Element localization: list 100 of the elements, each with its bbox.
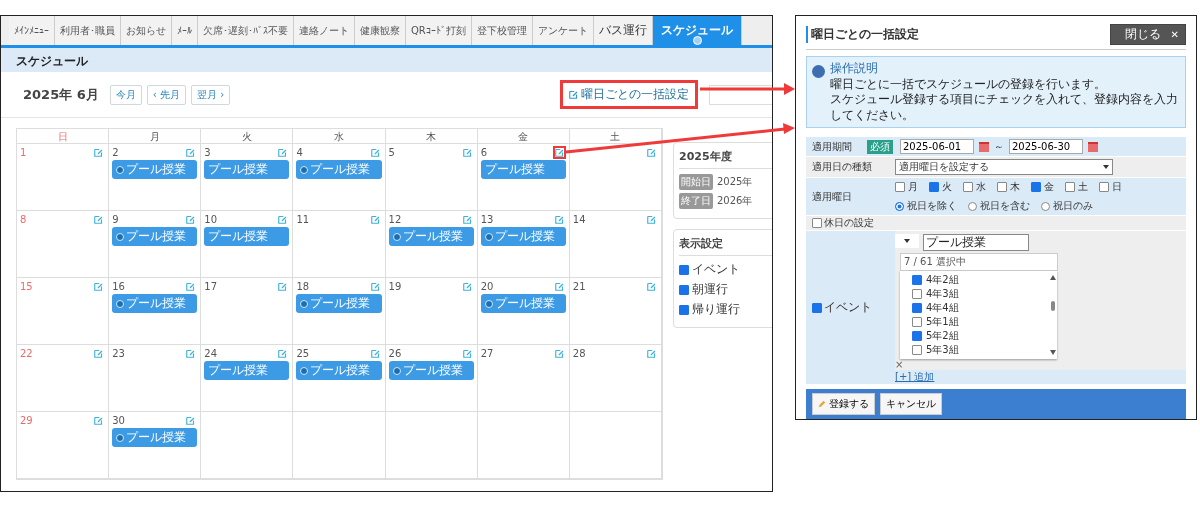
edit-icon[interactable] [368, 213, 382, 226]
radio-button[interactable] [1041, 201, 1050, 211]
edit-icon[interactable] [368, 347, 382, 360]
edit-icon[interactable] [552, 146, 566, 159]
edit-icon[interactable] [460, 146, 474, 159]
event-chip[interactable]: プール授業 [388, 227, 474, 246]
event-chip[interactable]: プール授業 [480, 294, 566, 313]
edit-icon[interactable] [645, 213, 658, 226]
info-text: 曜日ごとに一括でスケジュールの登録を行います。 [830, 76, 1107, 93]
edit-icon[interactable] [460, 280, 474, 293]
day-number: 3 [204, 147, 211, 158]
edit-icon[interactable] [552, 213, 566, 226]
checkbox[interactable] [963, 182, 973, 193]
day-number: 28 [572, 348, 586, 359]
dropdown-button[interactable] [895, 234, 919, 249]
date-field[interactable]: 2025-06-30 [1009, 139, 1083, 155]
checkbox[interactable] [679, 304, 689, 315]
close-button[interactable]: 閉じる ✕ [1109, 24, 1186, 45]
event-chip[interactable]: プール授業 [204, 160, 290, 179]
checkbox[interactable] [679, 284, 689, 295]
event-chip[interactable]: プール授業 [296, 361, 382, 380]
date-field[interactable]: 2025-06-01 [900, 139, 974, 155]
nav-tab[interactable]: アンケート [532, 16, 594, 45]
nav-tab[interactable]: ﾒｲﾝﾒﾆｭｰ [9, 16, 55, 45]
nav-tab[interactable]: 登下校管理 [471, 16, 533, 45]
checkbox[interactable] [1099, 182, 1109, 193]
edit-icon[interactable] [368, 280, 382, 293]
nav-tab[interactable]: バス運行 [593, 16, 653, 45]
event-chip[interactable]: プール授業 [296, 294, 382, 313]
info-text: スケジュール登録する項目にチェックを入れて、登録内容を入力してください。 [830, 92, 1179, 124]
day-number: 14 [572, 214, 586, 225]
radio-label: 祝日を除く [907, 199, 957, 214]
event-chip[interactable]: プール授業 [112, 160, 198, 179]
radio-button[interactable] [895, 201, 904, 211]
checkbox[interactable] [912, 275, 922, 286]
nav-tab[interactable]: 健康観察 [355, 16, 406, 45]
event-chip[interactable]: プール授業 [480, 227, 566, 246]
checkbox-label: 休日の設定 [824, 216, 874, 231]
day-number: 20 [480, 281, 494, 292]
cancel-button[interactable]: キャンセル [880, 393, 942, 415]
radio-button[interactable] [968, 201, 977, 211]
edit-icon[interactable] [368, 146, 382, 159]
event-chip[interactable]: プール授業 [388, 361, 474, 380]
select-field[interactable]: 適用曜日を設定する [895, 159, 1113, 176]
field-label: 適用曜日 [812, 189, 853, 204]
day-number: 15 [20, 281, 33, 292]
edit-icon[interactable] [552, 347, 566, 360]
checkbox[interactable] [929, 182, 939, 193]
checkbox-label: 土 [1078, 180, 1088, 195]
edit-icon[interactable] [645, 347, 658, 360]
event-chip[interactable]: プール授業 [296, 160, 382, 179]
edit-icon[interactable] [645, 146, 658, 159]
day-number: 17 [204, 281, 217, 292]
weekday-header: 金 [477, 129, 570, 144]
nav-tab[interactable]: ﾒｰﾙ [172, 16, 198, 45]
checkbox[interactable] [912, 303, 922, 314]
day-number: 29 [20, 415, 33, 426]
day-number: 2 [112, 147, 119, 158]
event-chip[interactable]: プール授業 [204, 227, 290, 246]
event-chip[interactable]: プール授業 [112, 428, 198, 447]
nav-tab[interactable]: スケジュール [652, 16, 742, 45]
checkbox[interactable] [912, 289, 922, 300]
checkbox[interactable] [812, 302, 822, 313]
event-chip[interactable]: プール授業 [204, 361, 290, 380]
event-name-field[interactable]: プール授業 [923, 234, 1029, 252]
checkbox[interactable] [679, 264, 689, 275]
info-icon [812, 65, 825, 78]
checkbox[interactable] [1065, 182, 1075, 193]
checkbox[interactable] [912, 345, 922, 356]
month-button[interactable]: 今月 [109, 84, 142, 105]
event-chip[interactable]: プール授業 [480, 160, 566, 179]
bulk-setting-button[interactable]: 曜日ごとの一括設定 [560, 80, 698, 109]
save-button[interactable]: 登録する [812, 393, 875, 415]
nav-tab[interactable]: 連絡ノート [294, 16, 355, 45]
event-chip[interactable]: プール授業 [112, 227, 198, 246]
day-number: 22 [20, 348, 33, 359]
nav-tab[interactable]: 利用者･職員 [55, 16, 121, 45]
event-chip[interactable]: プール授業 [112, 294, 198, 313]
checkbox[interactable] [812, 218, 822, 229]
edit-icon[interactable] [460, 347, 474, 360]
edit-icon[interactable] [460, 213, 474, 226]
month-button[interactable]: ‹ 先月 [146, 84, 186, 105]
checkbox[interactable] [912, 331, 922, 342]
remove-mark[interactable]: × [895, 359, 1186, 371]
day-number: 30 [112, 415, 125, 426]
edit-icon[interactable] [645, 280, 658, 293]
required-badge: 必須 [867, 139, 893, 154]
checkbox[interactable] [895, 182, 905, 193]
edit-icon[interactable] [552, 280, 566, 293]
nav-tab[interactable]: 欠席･遅刻･ﾊﾞｽ不要 [198, 16, 294, 45]
date-value: 2026年 [717, 194, 753, 208]
month-button[interactable]: 翌月 › [190, 84, 231, 105]
day-number: 5 [388, 147, 395, 158]
nav-tab[interactable]: QRｺｰﾄﾞ打刻 [406, 16, 472, 45]
checkbox-label: イベント [692, 261, 740, 278]
add-link[interactable]: [+] 追加 [895, 370, 1186, 385]
checkbox[interactable] [1031, 182, 1041, 193]
checkbox[interactable] [997, 182, 1007, 193]
nav-tab[interactable]: お知らせ [121, 16, 172, 45]
checkbox[interactable] [912, 317, 922, 328]
